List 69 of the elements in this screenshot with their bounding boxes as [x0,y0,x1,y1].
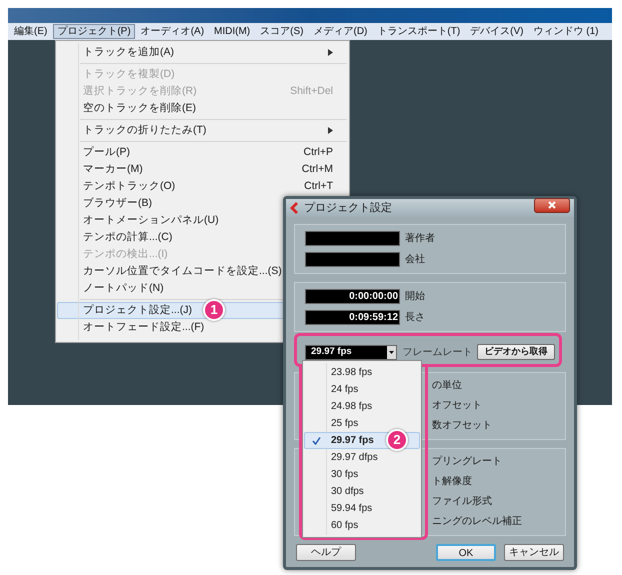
menu-bar-item[interactable]: 編集(E) [10,24,52,39]
menu-item-label: テンポの計算...(C) [83,230,172,245]
menu-item[interactable]: テンポトラック(O) Ctrl+T [57,178,348,195]
menu-item[interactable]: プール(P) Ctrl+P [57,144,348,161]
list-option[interactable]: 29.97 dfps [304,449,420,466]
list-option[interactable]: 25 fps [304,415,420,432]
menu-item-label: 空のトラックを削除(E) [83,100,196,116]
close-button[interactable] [534,198,570,212]
menu-item-label: トラックを追加(A) [83,44,174,60]
list-option[interactable]: 24.98 fps [304,398,420,415]
dialog-button[interactable]: キャンセル [504,544,564,561]
menu-bar-item[interactable]: デバイス(V) [466,24,528,39]
shortcut-label: Ctrl+M [302,162,333,177]
option-label: オフセット [432,399,483,413]
menu-bar-item[interactable]: メディア(D) [309,24,372,39]
list-option[interactable]: 30 dfps [304,483,420,500]
menu-item[interactable]: トラックを追加(A) [57,44,348,61]
field-label: 著作者 [405,232,435,246]
get-from-video-button[interactable]: ビデオから取得 [477,344,555,360]
close-icon [548,201,556,209]
shortcut-label: Ctrl+T [304,178,333,194]
menu-item-label: オートメーションパネル(U) [83,212,219,228]
menu-item-label: オートフェード設定...(F) [83,320,204,335]
menu-bar-item[interactable]: MIDI(M) [210,24,254,39]
menu-item-label: トラックを複製(D) [83,66,175,82]
list-option[interactable]: 60 fps [304,517,420,534]
menu-bar-item[interactable]: プロジェクト(P) [53,24,135,39]
option-label: ファイル形式 [432,494,493,509]
menu-item[interactable]: トラックの折りたたみ(T) [57,122,348,139]
field-label: 会社 [405,252,425,267]
menu-item-label: マーカー(M) [83,162,143,177]
dialog-title: プロジェクト設定 [304,200,393,216]
option-label: プリングレート [432,454,503,469]
check-icon [312,437,321,445]
option-label: ト解像度 [432,474,473,489]
list-option[interactable]: 24 fps [304,381,420,398]
list-option[interactable]: 30 fps [304,466,420,483]
menu-item-label: プロジェクト設定...(J) [83,302,192,318]
menu-bar-item[interactable]: ウィンドウ (1) [530,24,602,39]
time-field[interactable]: 0:09:59:12 [305,310,400,325]
option-label: 数オフセット [432,419,493,433]
menu-item[interactable]: マーカー(M) Ctrl+M [57,161,348,178]
text-field[interactable] [305,231,400,246]
text-field[interactable] [305,252,400,267]
menu-bar-item[interactable]: スコア(S) [256,24,308,39]
menu-item-label: テンポの検出...(I) [83,246,168,262]
logo-icon [290,202,300,214]
menu-item-label: カーソル位置でタイムコードを設定...(S) [83,264,282,279]
option-label: ニングのレベル補正 [432,514,523,529]
menu-bar-item[interactable]: トランスポート(T) [373,24,464,39]
time-field[interactable]: 0:00:00:00 [305,289,400,304]
menu-item-label: プール(P) [83,144,130,160]
field-label: フレームレート [402,346,472,360]
shortcut-label: Shift+Del [290,84,333,99]
menu-item-label: 選択トラックを削除(R) [83,84,197,99]
list-option[interactable]: 23.98 fps [304,364,420,381]
menu-item-label: テンポトラック(O) [83,178,176,194]
menu-item-label: ノートパッド(N) [83,280,164,296]
option-label: の単位 [432,379,463,393]
dialog-button[interactable]: ヘルプ [296,544,356,561]
dialog-button[interactable]: OK [436,544,496,561]
field-label: 長さ [405,311,425,325]
field-label: 開始 [405,290,425,304]
menu-item-label: トラックの折りたたみ(T) [83,122,206,138]
menu-bar-item[interactable]: オーディオ(A) [136,24,208,39]
frame-rate-select[interactable]: 29.97 fps [305,344,398,360]
menu-item[interactable]: 空のトラックを削除(E) [57,100,348,117]
shortcut-label: Ctrl+P [304,144,333,160]
list-option[interactable]: 59.94 fps [304,500,420,517]
